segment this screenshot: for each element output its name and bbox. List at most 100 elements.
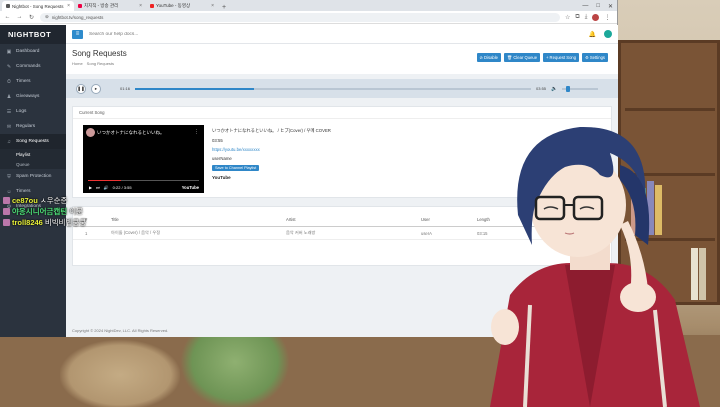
- logs-icon: ☰: [6, 108, 12, 115]
- forward-icon[interactable]: →: [16, 14, 23, 20]
- tab-label: 치지직 - 방송 관리: [84, 3, 119, 8]
- settings-button[interactable]: ⚙ Settings: [582, 53, 608, 62]
- sidebar-subitem-playlist[interactable]: Playlist: [0, 149, 66, 159]
- address-bar[interactable]: ⊜ nightbot.tv/song_requests: [40, 12, 560, 22]
- vtuber-avatar: [490, 126, 700, 407]
- favicon-icon: [78, 4, 82, 8]
- sidebar-item-regulars[interactable]: ✉ Regulars: [0, 119, 66, 134]
- volume-slider[interactable]: [562, 85, 599, 92]
- nav-label: Timers: [16, 79, 31, 84]
- browser-tab-youtube[interactable]: YouTube - 동영상 ×: [146, 1, 218, 11]
- top-bar-right: 🔔: [589, 30, 612, 38]
- video-time: 0:22 / 3:55: [112, 185, 132, 190]
- extensions-icon[interactable]: ⧉: [575, 14, 579, 21]
- browser-tab-chzzk[interactable]: 치지직 - 방송 관리 ×: [74, 1, 146, 11]
- chat-username: 야옹시니어금캡틴: [12, 207, 68, 216]
- volume-icon[interactable]: 🔊: [104, 185, 109, 190]
- nav-label: Spam Protection: [16, 174, 52, 179]
- chat-message: ce87ou ㅅ우순준: [3, 195, 86, 206]
- song-title: いつかオトナになれるといいね。 / ヒプ(Cover) / 우메 COVER: [212, 128, 331, 133]
- chat-badge-icon: [3, 208, 10, 215]
- video-progress[interactable]: [88, 180, 199, 181]
- footer: Copyright © 2024 NightDev, LLC. All Righ…: [72, 328, 169, 333]
- menu-icon[interactable]: ⋮: [604, 14, 610, 21]
- maximize-icon[interactable]: □: [596, 3, 600, 9]
- chat-badge-icon: [3, 219, 10, 226]
- cell-title: 아이돌 (Cover) / 음악 / 우정: [99, 226, 274, 240]
- song-requester: userName: [212, 156, 232, 161]
- plant-left: [60, 340, 180, 407]
- downloads-icon[interactable]: ⤓: [585, 14, 588, 21]
- sidebar-item-song-requests[interactable]: ♫ Song Requests: [0, 134, 66, 149]
- profile-avatar[interactable]: [592, 13, 600, 21]
- site-info-icon[interactable]: ⊜: [45, 14, 49, 20]
- sidebar-item-timers[interactable]: ⏱ Timers: [0, 74, 66, 89]
- sidebar-subitem-queue[interactable]: Queue: [0, 159, 66, 169]
- shield-icon: ⛨: [7, 173, 11, 180]
- col-title: Title: [99, 207, 274, 227]
- cell-artist: 음악 커버 노래방: [274, 226, 409, 240]
- close-window-icon[interactable]: ✕: [608, 3, 613, 10]
- sidebar-item-spam-protection[interactable]: ⛨ Spam Protection: [0, 169, 66, 184]
- tab-label: Nightbot - Song Requests: [12, 3, 64, 9]
- notification-icon[interactable]: 🔔: [589, 31, 596, 38]
- youtube-video-player[interactable]: いつかオトナになれるといいね。 ⋮ ▶ ⏭ 🔊 0:22 / 3:55 YouT…: [83, 125, 204, 193]
- brand-logo[interactable]: NIGHTBOT: [0, 25, 66, 44]
- request-song-button[interactable]: + Request Song: [543, 53, 580, 62]
- seek-bar[interactable]: [135, 87, 532, 90]
- bookmark-icon[interactable]: ☆: [565, 14, 570, 21]
- close-icon[interactable]: ×: [139, 3, 142, 9]
- youtube-logo: YouTube: [212, 175, 231, 180]
- back-icon[interactable]: ←: [4, 14, 11, 20]
- song-link[interactable]: https://youtu.be/xxxxxxxx: [212, 147, 331, 152]
- col-artist: Artist: [274, 207, 409, 227]
- chat-message: troll8246 비빅비빕쿵쿵: [3, 217, 86, 228]
- breadcrumb-home[interactable]: Home: [72, 61, 83, 66]
- nav-label: Regulars: [16, 124, 36, 129]
- action-buttons: ⊘ Disable 🗑 Clear Queue + Request Song ⚙ Set…: [476, 53, 608, 62]
- chat-username: ce87ou: [12, 196, 38, 205]
- giveaway-icon: ♟: [6, 93, 12, 100]
- sidebar-item-logs[interactable]: ☰ Logs: [0, 104, 66, 119]
- save-playlist-button[interactable]: Save to Channel Playlist: [212, 165, 260, 171]
- minimize-icon[interactable]: —: [582, 3, 588, 9]
- search-input[interactable]: [89, 31, 209, 37]
- next-icon[interactable]: ⏭: [96, 185, 100, 190]
- sidebar: NIGHTBOT ▣ Dashboard ✎ Commands ⏱ Timers ♟ G…: [0, 25, 66, 337]
- browser-tab-nightbot[interactable]: Nightbot - Song Requests ×: [2, 1, 74, 11]
- user-avatar[interactable]: [604, 30, 612, 38]
- clear-queue-button[interactable]: 🗑 Clear Queue: [504, 53, 541, 62]
- volume-knob[interactable]: [565, 85, 570, 92]
- volume-icon[interactable]: 🔈: [551, 86, 557, 92]
- reload-icon[interactable]: ↻: [28, 14, 35, 21]
- skip-button[interactable]: ▸: [91, 83, 101, 94]
- close-icon[interactable]: ×: [211, 3, 214, 9]
- video-title[interactable]: いつかオトナになれるといいね。: [97, 130, 189, 136]
- nav-label: Song Requests: [16, 139, 49, 144]
- disable-icon: ⊘: [479, 55, 484, 60]
- play-icon[interactable]: ▶: [89, 185, 92, 190]
- menu-toggle-icon[interactable]: ≡: [72, 29, 83, 39]
- plus-icon: +: [546, 55, 549, 60]
- sidebar-item-giveaways[interactable]: ♟ Giveaways: [0, 89, 66, 104]
- new-tab-icon[interactable]: +: [218, 4, 230, 11]
- total-time: 03:55: [536, 86, 547, 91]
- player-bar: ❚❚ ▸ 01:16 03:55 🔈: [66, 79, 618, 98]
- plant: [180, 330, 290, 407]
- chat-username: troll8246: [12, 218, 43, 227]
- close-icon[interactable]: ×: [67, 3, 70, 9]
- sidebar-item-commands[interactable]: ✎ Commands: [0, 59, 66, 74]
- chat-overlay: ce87ou ㅅ우순준 야옹시니어금캡틴 이문 troll8246 비빅비빕쿵쿵: [3, 195, 86, 228]
- more-icon[interactable]: ⋮: [194, 129, 199, 135]
- dashboard-icon: ▣: [6, 48, 12, 55]
- chat-message: 야옹시니어금캡틴 이문: [3, 206, 86, 217]
- pause-button[interactable]: ❚❚: [76, 83, 86, 94]
- button-label: Disable: [484, 55, 499, 60]
- tab-strip: Nightbot - Song Requests × 치지직 - 방송 관리 ×…: [0, 0, 617, 11]
- youtube-logo[interactable]: YouTube: [182, 185, 199, 190]
- youtube-icon: [150, 4, 154, 8]
- channel-avatar[interactable]: [86, 128, 95, 137]
- browser-toolbar: ← → ↻ ⊜ nightbot.tv/song_requests ☆ ⧉ ⤓ …: [0, 11, 617, 24]
- disable-button[interactable]: ⊘ Disable: [476, 53, 502, 62]
- sidebar-item-dashboard[interactable]: ▣ Dashboard: [0, 44, 66, 59]
